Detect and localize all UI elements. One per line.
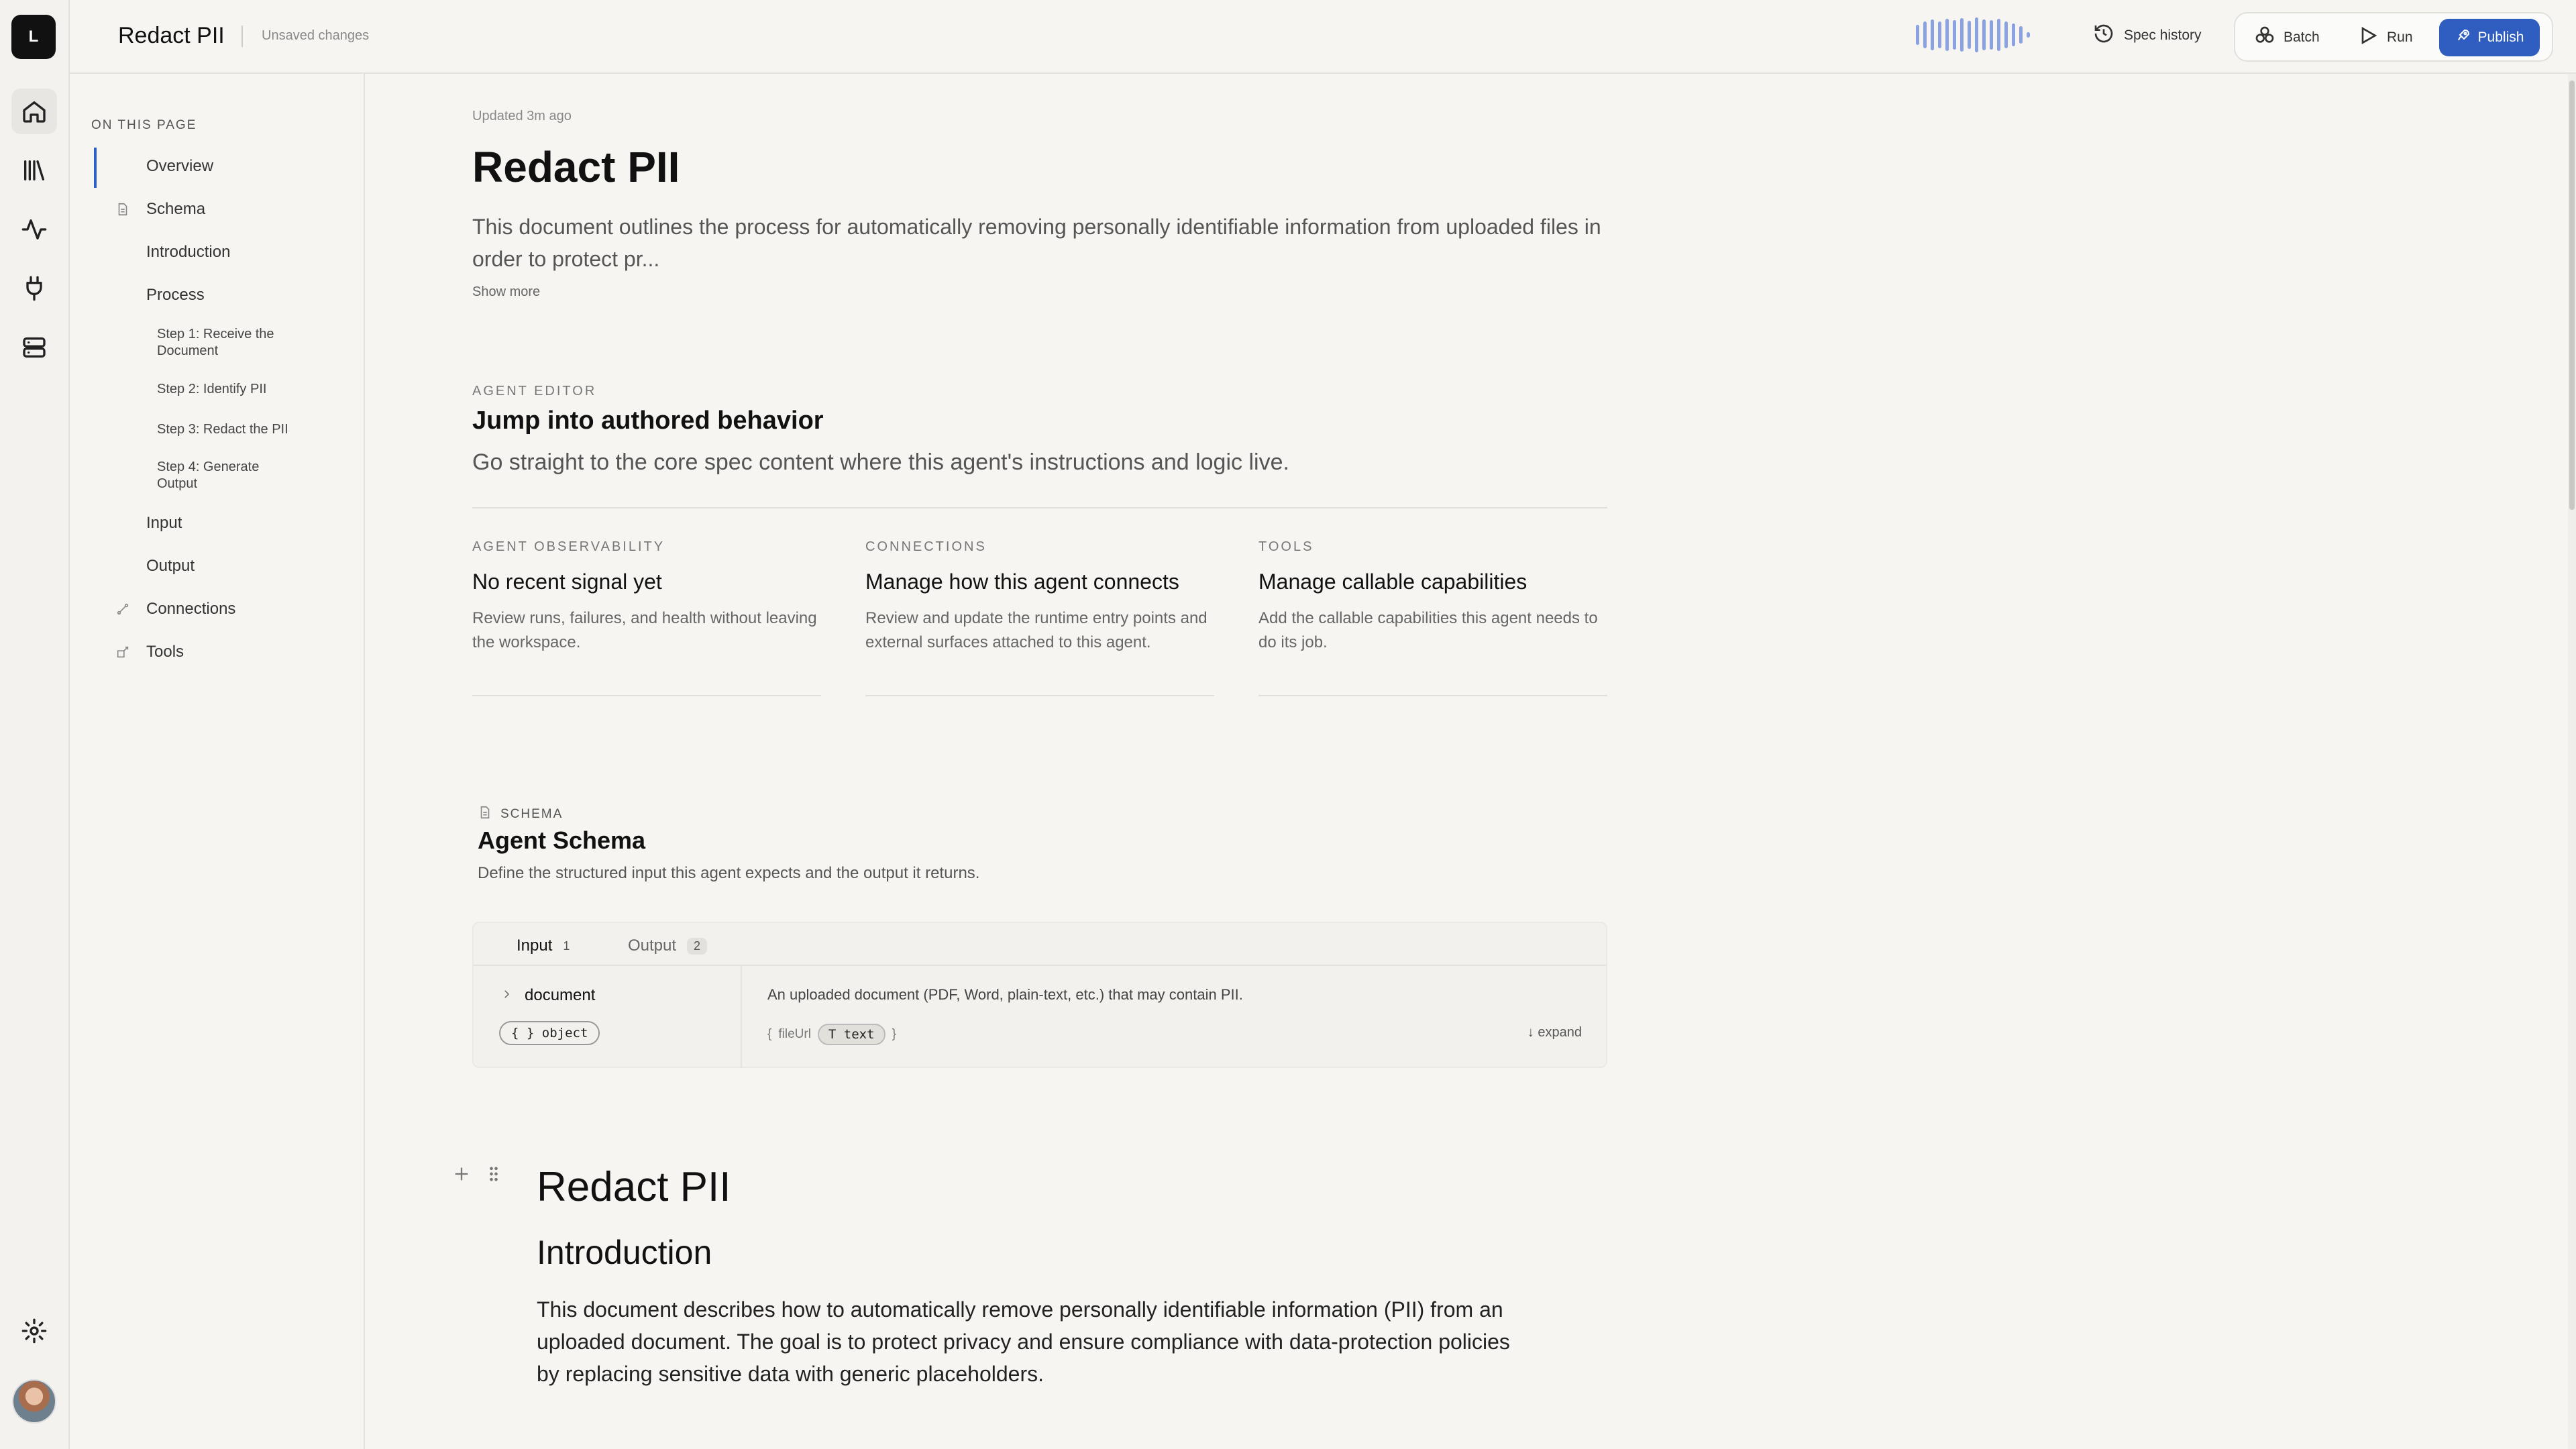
type-badge-text: T text [817,1024,885,1045]
expand-button[interactable]: ↓ expand [1527,1025,1582,1040]
main-content: Updated 3m ago Redact PII This document … [365,74,2568,1449]
action-group: Batch Run Publish [2234,12,2553,62]
run-label: Run [2387,30,2413,45]
toc-item-process[interactable]: Process [146,286,205,305]
spec-history-button[interactable]: Spec history [2093,23,2202,48]
toc-item-step-1[interactable]: Step 1: Receive the Document [157,326,298,360]
tab-input[interactable]: Input 1 [517,936,570,955]
document-heading[interactable]: Redact PII [537,1163,731,1211]
card-title: Manage callable capabilities [1258,570,1527,594]
batch-button[interactable]: Batch [2254,23,2320,52]
activity-waveform [1916,16,2030,54]
type-badge-object: { } object [499,1021,600,1045]
tab-count: 2 [687,937,708,955]
card-title: No recent signal yet [472,570,662,594]
scrollbar-thumb[interactable] [2569,80,2575,510]
tools-card[interactable]: TOOLS Manage callable capabilities Add t… [1258,539,1607,696]
document-subheading[interactable]: Introduction [537,1233,712,1272]
field-description: An uploaded document (PDF, Word, plain-t… [767,986,1243,1003]
activity-icon[interactable] [11,207,57,252]
card-eyebrow: AGENT OBSERVABILITY [472,539,665,554]
close-brace: } [892,1027,896,1041]
agent-editor-title[interactable]: Jump into authored behavior [472,407,824,435]
schema-description: Define the structured input this agent e… [478,864,980,882]
table-of-contents: ON THIS PAGE Overview Schema Introductio… [70,74,365,1449]
toc-item-step-3[interactable]: Step 3: Redact the PII [157,421,298,438]
toc-item-overview[interactable]: Overview [146,157,213,176]
tab-output[interactable]: Output 2 [628,936,708,955]
title-divider [241,25,243,47]
toc-item-step-2[interactable]: Step 2: Identify PII [157,381,298,398]
toc-item-output[interactable]: Output [146,557,195,576]
server-icon[interactable] [11,325,57,370]
card-title: Manage how this agent connects [865,570,1179,594]
top-bar: Redact PII Unsaved changes Spec history … [70,0,2576,74]
tab-count: 1 [563,938,570,953]
tools-icon [115,645,130,659]
card-description: Review and update the runtime entry poin… [865,609,1208,651]
toc-item-schema[interactable]: Schema [118,200,205,219]
gear-icon[interactable] [11,1308,57,1354]
card-underline [1258,695,1607,696]
rocket-icon [2455,28,2471,48]
play-icon [2357,25,2379,50]
run-button[interactable]: Run [2357,23,2413,52]
card-description: Review runs, failures, and health withou… [472,609,817,651]
agent-editor-description: Go straight to the core spec content whe… [472,449,1289,475]
card-underline [472,695,821,696]
drag-handle-icon[interactable] [484,1165,503,1187]
section-divider [472,507,1607,508]
workspace-logo[interactable]: L [11,15,56,59]
chevron-right-icon [500,986,513,1005]
spec-history-label: Spec history [2124,28,2202,43]
schema-panel: Input 1 Output 2 document { } object An … [472,922,1607,1068]
batch-label: Batch [2284,30,2320,45]
toc-item-input[interactable]: Input [146,514,182,533]
add-block-icon[interactable] [452,1165,471,1187]
icon-rail: L [0,0,70,1449]
field-document[interactable]: document [500,986,595,1005]
toc-item-introduction[interactable]: Introduction [146,243,230,262]
schema-tabs: Input 1 Output 2 [474,923,1606,966]
publish-label: Publish [2477,30,2524,45]
publish-button[interactable]: Publish [2439,19,2540,56]
connection-icon [115,602,130,616]
toc-item-step-4[interactable]: Step 4: Generate Output [157,459,298,492]
home-icon[interactable] [11,89,57,134]
observability-card[interactable]: AGENT OBSERVABILITY No recent signal yet… [472,539,821,696]
toc-active-indicator [94,148,97,188]
subfield-row: { fileUrl T text } [767,1024,896,1045]
block-controls [452,1165,503,1187]
open-brace: { [767,1027,772,1041]
subfield-name: fileUrl [778,1027,811,1041]
document-icon [478,805,492,824]
card-description: Add the callable capabilities this agent… [1258,609,1598,651]
schema-title: Agent Schema [478,826,646,854]
overview-description: This document outlines the process for a… [472,215,1601,271]
updated-timestamp: Updated 3m ago [472,109,572,123]
plug-icon[interactable] [11,266,57,311]
toc-heading: ON THIS PAGE [91,118,197,132]
field-column: document { } object [474,966,742,1068]
user-avatar[interactable] [12,1379,56,1424]
document-icon [115,202,130,217]
batch-icon [2254,25,2275,50]
toc-item-connections[interactable]: Connections [117,600,235,619]
overview-title: Redact PII [472,143,680,191]
document-paragraph[interactable]: This document describes how to automatic… [537,1293,1529,1390]
show-more-link[interactable]: Show more [472,284,540,300]
card-underline [865,695,1214,696]
schema-eyebrow: SCHEMA [478,805,563,824]
save-status: Unsaved changes [262,28,370,43]
card-eyebrow: TOOLS [1258,539,1314,554]
history-icon [2093,23,2114,48]
toc-item-tools[interactable]: Tools [117,643,184,661]
library-icon[interactable] [11,148,57,193]
page-title: Redact PII [118,23,225,48]
connections-card[interactable]: CONNECTIONS Manage how this agent connec… [865,539,1214,696]
agent-editor-eyebrow: AGENT EDITOR [472,384,597,398]
card-eyebrow: CONNECTIONS [865,539,987,554]
